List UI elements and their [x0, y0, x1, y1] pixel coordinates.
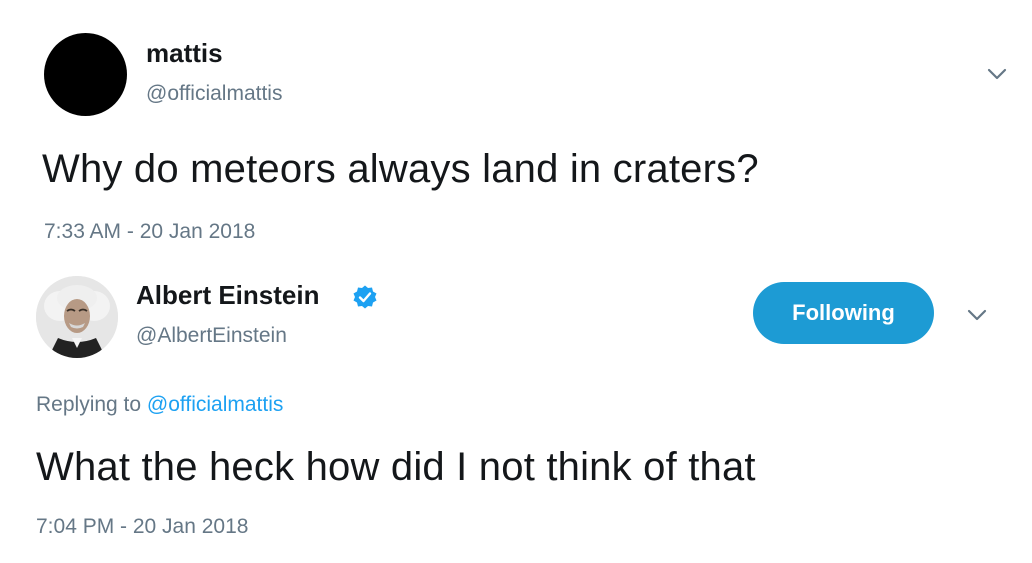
- tweet-timestamp[interactable]: 7:04 PM - 20 Jan 2018: [36, 515, 248, 539]
- tweet-text: What the heck how did I not think of tha…: [36, 445, 756, 489]
- portrait-image: [36, 276, 118, 358]
- user-handle[interactable]: @AlbertEinstein: [136, 324, 287, 348]
- user-name[interactable]: mattis: [146, 38, 223, 69]
- tweet-timestamp[interactable]: 7:33 AM - 20 Jan 2018: [44, 220, 255, 244]
- replying-to-context: Replying to @officialmattis: [36, 393, 283, 417]
- avatar[interactable]: [36, 276, 118, 358]
- tweet-text: Why do meteors always land in craters?: [42, 147, 759, 191]
- reply-tweet: Albert Einstein @AlbertEinstein Followin…: [0, 260, 1032, 563]
- chevron-down-icon[interactable]: [966, 308, 988, 322]
- verified-badge-icon: [353, 285, 377, 309]
- user-name[interactable]: Albert Einstein: [136, 280, 319, 311]
- user-handle[interactable]: @officialmattis: [146, 82, 282, 106]
- original-tweet: mattis @officialmattis Why do meteors al…: [0, 0, 1032, 260]
- replying-to-label: Replying to: [36, 393, 142, 416]
- replying-to-link[interactable]: @officialmattis: [147, 393, 283, 416]
- following-button[interactable]: Following: [753, 282, 934, 344]
- chevron-down-icon[interactable]: [986, 67, 1008, 81]
- avatar[interactable]: [44, 33, 127, 116]
